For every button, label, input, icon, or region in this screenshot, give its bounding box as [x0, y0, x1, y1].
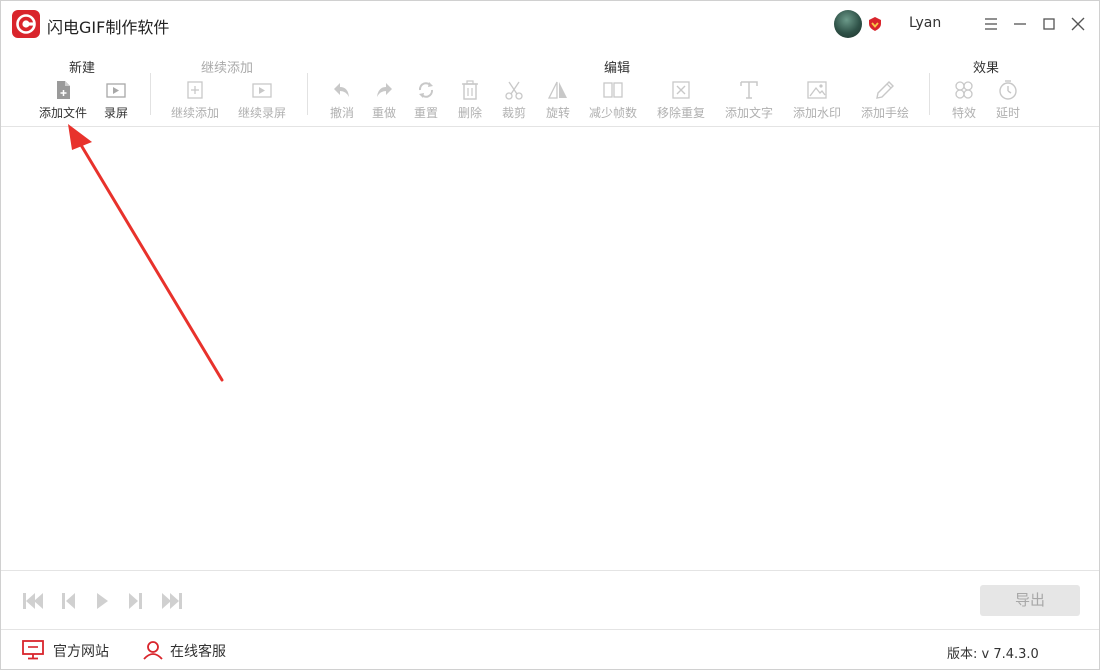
toolbar-divider — [307, 73, 308, 115]
continue-record-button[interactable]: 继续录屏 — [236, 79, 288, 121]
previous-frame-icon[interactable] — [57, 590, 81, 612]
group-title-continue-add: 继续添加 — [201, 61, 254, 76]
group-title-new: 新建 — [69, 61, 96, 76]
add-text-button[interactable]: 添加文字 — [723, 79, 775, 121]
delete-label: 删除 — [457, 106, 482, 120]
special-effects-label: 特效 — [951, 106, 976, 120]
remove-duplicates-button[interactable]: 移除重复 — [655, 79, 707, 121]
rotate-icon — [547, 81, 567, 99]
add-file-icon — [57, 81, 70, 99]
toolbar: 新建 继续添加 编辑 效果 添加文件 录屏 继续添加 继续录屏 撤消 重做 重置… — [1, 47, 1099, 127]
delay-button[interactable]: 延时 — [994, 79, 1022, 121]
reduce-frames-icon — [603, 82, 623, 98]
text-icon — [740, 81, 758, 99]
add-drawing-label: 添加手绘 — [860, 106, 909, 120]
menu-icon[interactable] — [981, 14, 1001, 34]
minimize-icon[interactable] — [1010, 14, 1030, 34]
first-frame-icon[interactable] — [21, 590, 45, 612]
toolbar-divider — [150, 73, 151, 115]
next-frame-icon[interactable] — [123, 590, 147, 612]
rotate-label: 旋转 — [545, 106, 570, 120]
group-title-edit: 编辑 — [604, 61, 631, 76]
reset-icon — [418, 82, 434, 98]
app-window: 闪电GIF制作软件 Lyan 新建 继续添加 编辑 效果 添加文件 录屏 继续添… — [0, 0, 1100, 670]
redo-icon — [377, 83, 392, 97]
continue-add-label: 继续添加 — [170, 106, 219, 120]
play-icon[interactable] — [90, 590, 114, 612]
reduce-frames-button[interactable]: 减少帧数 — [587, 79, 639, 121]
record-button[interactable]: 录屏 — [102, 79, 130, 121]
record-screen-icon — [106, 83, 126, 98]
scissors-icon — [505, 81, 523, 100]
trash-icon — [462, 80, 478, 100]
add-file-label: 添加文件 — [38, 106, 87, 120]
record-label: 录屏 — [103, 106, 128, 120]
crop-label: 裁剪 — [501, 106, 526, 120]
undo-icon — [334, 83, 349, 97]
remove-duplicates-icon — [672, 81, 690, 99]
online-support-link[interactable]: 在线客服 — [170, 641, 226, 661]
last-frame-icon[interactable] — [160, 590, 184, 612]
customer-service-icon[interactable] — [142, 640, 164, 660]
add-text-label: 添加文字 — [724, 106, 773, 120]
add-file-button[interactable]: 添加文件 — [37, 79, 89, 121]
vip-badge-icon[interactable] — [867, 16, 883, 32]
add-watermark-label: 添加水印 — [792, 106, 841, 120]
undo-label: 撤消 — [329, 106, 354, 120]
title-bar: 闪电GIF制作软件 Lyan — [1, 1, 1099, 47]
watermark-icon — [807, 81, 827, 99]
app-logo-icon — [12, 10, 40, 38]
maximize-icon[interactable] — [1039, 14, 1059, 34]
continue-add-button[interactable]: 继续添加 — [169, 79, 221, 121]
delete-button[interactable]: 删除 — [456, 79, 484, 121]
toolbar-divider — [929, 73, 930, 115]
monitor-icon[interactable] — [22, 640, 44, 660]
player-bar: 导出 — [1, 570, 1099, 630]
reduce-frames-label: 减少帧数 — [588, 106, 637, 120]
add-drawing-button[interactable]: 添加手绘 — [859, 79, 911, 121]
continue-add-icon — [187, 81, 203, 99]
version-label: 版本: v 7.4.3.0 — [947, 647, 1039, 662]
export-button[interactable]: 导出 — [980, 585, 1080, 616]
delay-label: 延时 — [995, 106, 1020, 120]
editing-canvas[interactable] — [1, 128, 1099, 570]
crop-button[interactable]: 裁剪 — [500, 79, 528, 121]
reset-button[interactable]: 重置 — [412, 79, 440, 121]
reset-label: 重置 — [413, 106, 438, 120]
status-bar: 官方网站 在线客服 版本: v 7.4.3.0 — [1, 631, 1099, 669]
add-watermark-button[interactable]: 添加水印 — [791, 79, 843, 121]
avatar[interactable] — [834, 10, 862, 38]
special-effects-button[interactable]: 特效 — [950, 79, 978, 121]
continue-record-icon — [252, 83, 272, 98]
continue-record-label: 继续录屏 — [237, 106, 286, 120]
official-website-link[interactable]: 官方网站 — [53, 641, 109, 661]
redo-button[interactable]: 重做 — [370, 79, 398, 121]
effects-icon — [955, 81, 973, 99]
timer-icon — [999, 80, 1017, 100]
app-title: 闪电GIF制作软件 — [47, 18, 170, 37]
undo-button[interactable]: 撤消 — [328, 79, 356, 121]
remove-duplicates-label: 移除重复 — [656, 106, 705, 120]
redo-label: 重做 — [371, 106, 396, 120]
pencil-icon — [876, 81, 894, 99]
close-icon[interactable] — [1068, 14, 1088, 34]
group-title-effects: 效果 — [973, 61, 1000, 76]
username[interactable]: Lyan — [909, 15, 941, 31]
rotate-button[interactable]: 旋转 — [544, 79, 572, 121]
